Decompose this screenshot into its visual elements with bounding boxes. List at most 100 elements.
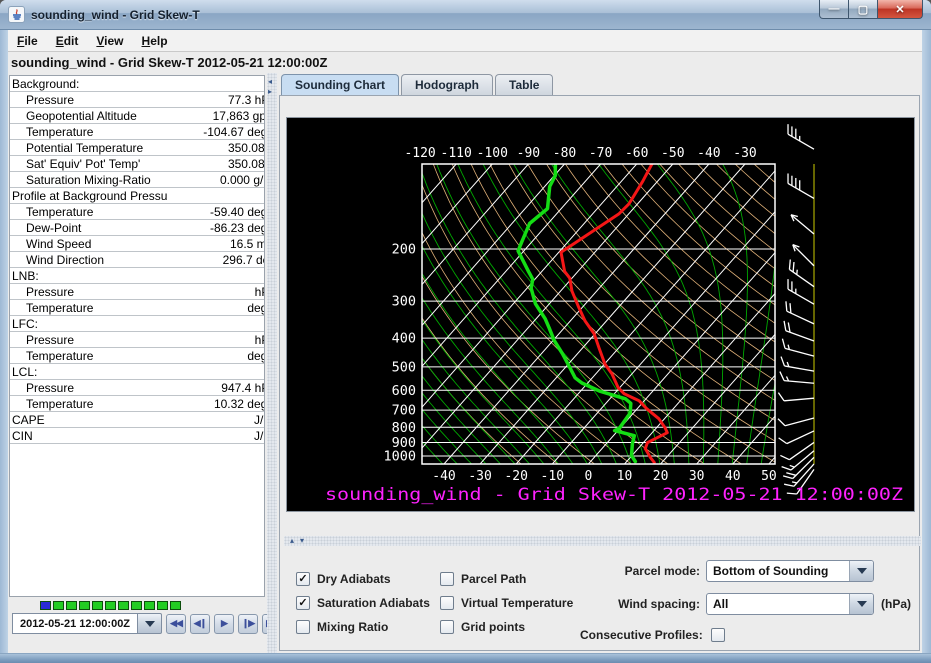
- parcel-mode-label: Parcel mode:: [590, 564, 700, 578]
- time-step-square[interactable]: [157, 601, 168, 610]
- row-label: Temperature: [10, 205, 168, 219]
- row-value: hPa: [168, 285, 265, 299]
- row-value: -86.23 degC: [168, 221, 265, 235]
- play-button[interactable]: ▶: [214, 614, 234, 634]
- row-label: CAPE: [10, 413, 168, 427]
- maximize-button[interactable]: ▢: [849, 0, 878, 19]
- checkbox-label: Parcel Path: [461, 572, 526, 586]
- table-row[interactable]: Temperature10.32 degC: [10, 396, 265, 412]
- menu-help[interactable]: Help: [133, 32, 177, 50]
- time-step-square[interactable]: [131, 601, 142, 610]
- wind-spacing-combobox[interactable]: All: [706, 593, 874, 615]
- collapse-right-icon[interactable]: ▸: [268, 88, 272, 96]
- time-step-square[interactable]: [144, 601, 155, 610]
- bottom-axis-tick: 50: [761, 469, 777, 484]
- window-border-right: [922, 0, 931, 663]
- tab-table[interactable]: Table: [495, 74, 553, 95]
- table-row[interactable]: LCL:: [10, 364, 265, 380]
- collapse-left-icon[interactable]: ◂: [268, 78, 272, 86]
- checkbox[interactable]: [440, 620, 454, 634]
- top-axis-tick: -90: [517, 146, 540, 161]
- table-row[interactable]: Sat' Equiv' Pot' Temp'350.08 K: [10, 156, 265, 172]
- step-forward-button[interactable]: ❙▶: [238, 614, 258, 634]
- table-row[interactable]: LFC:: [10, 316, 265, 332]
- tab-sounding-chart[interactable]: Sounding Chart: [281, 74, 399, 95]
- top-axis-tick: -120: [404, 146, 435, 161]
- time-step-indicator[interactable]: [40, 601, 183, 610]
- time-step-square[interactable]: [118, 601, 129, 610]
- checkbox-label: Virtual Temperature: [461, 596, 573, 610]
- bottom-axis-tick: 40: [725, 469, 741, 484]
- time-step-square[interactable]: [92, 601, 103, 610]
- table-row[interactable]: Wind Direction296.7 deg: [10, 252, 265, 268]
- row-value: J/kg: [168, 413, 265, 427]
- wind-spacing-arrow[interactable]: [849, 594, 873, 614]
- menu-bar: FileEditViewHelp: [8, 30, 922, 52]
- table-row[interactable]: CAPEJ/kg: [10, 412, 265, 428]
- menu-edit[interactable]: Edit: [47, 32, 88, 50]
- window-title: sounding_wind - Grid Skew-T: [31, 8, 200, 22]
- checkbox[interactable]: [296, 620, 310, 634]
- pressure-axis-tick: 800: [392, 420, 416, 436]
- row-label: Potential Temperature: [10, 141, 168, 155]
- parcel-mode-arrow[interactable]: [849, 561, 873, 581]
- time-select-combobox[interactable]: 2012-05-21 12:00:00Z: [12, 613, 162, 634]
- sounding-info-panel: Background:Pressure77.3 hPaGeopotential …: [8, 73, 267, 653]
- table-row[interactable]: TemperaturedegC: [10, 300, 265, 316]
- checkbox-label: Mixing Ratio: [317, 620, 388, 634]
- table-row[interactable]: LNB:: [10, 268, 265, 284]
- table-row[interactable]: Temperature-59.40 degC: [10, 204, 265, 220]
- table-row[interactable]: Potential Temperature350.08 K: [10, 140, 265, 156]
- table-row[interactable]: Saturation Mixing-Ratio0.000 g/kg: [10, 172, 265, 188]
- time-step-square[interactable]: [40, 601, 51, 610]
- checkbox[interactable]: ✓: [296, 572, 310, 586]
- table-row[interactable]: Wind Speed16.5 m/s: [10, 236, 265, 252]
- row-value: J/kg: [168, 429, 265, 443]
- sounding-info-table[interactable]: Background:Pressure77.3 hPaGeopotential …: [9, 75, 265, 597]
- tab-hodograph[interactable]: Hodograph: [401, 74, 493, 95]
- table-row[interactable]: Temperature-104.67 degC: [10, 124, 265, 140]
- time-step-square[interactable]: [66, 601, 77, 610]
- time-select-arrow[interactable]: [138, 613, 162, 634]
- checkbox[interactable]: [440, 596, 454, 610]
- split-pane-divider-vertical[interactable]: ◂ ▸: [267, 73, 277, 653]
- row-label: Temperature: [10, 301, 168, 315]
- table-row[interactable]: PressurehPa: [10, 332, 265, 348]
- time-step-square[interactable]: [53, 601, 64, 610]
- skewt-chart[interactable]: -120-110-100-90-80-70-60-50-40-30-40-30-…: [286, 117, 915, 512]
- checkbox[interactable]: [440, 572, 454, 586]
- step-back-button[interactable]: ◀❙: [190, 614, 210, 634]
- checkbox[interactable]: ✓: [296, 596, 310, 610]
- table-row[interactable]: Profile at Background Pressure:: [10, 188, 265, 204]
- table-row[interactable]: Background:: [10, 76, 265, 92]
- row-value: degC: [168, 349, 265, 363]
- java-icon: [8, 6, 25, 23]
- bottom-axis-tick: 0: [584, 469, 592, 484]
- table-row[interactable]: TemperaturedegC: [10, 348, 265, 364]
- time-step-square[interactable]: [170, 601, 181, 610]
- table-row[interactable]: Pressure947.4 hPa: [10, 380, 265, 396]
- row-value: -104.67 degC: [168, 125, 265, 139]
- table-row[interactable]: PressurehPa: [10, 284, 265, 300]
- pressure-axis-tick: 200: [392, 242, 416, 258]
- close-button[interactable]: ✕: [878, 0, 923, 19]
- row-label: Pressure: [10, 333, 168, 347]
- pressure-axis-tick: 600: [392, 383, 416, 399]
- table-row[interactable]: Geopotential Altitude17,863 gpm: [10, 108, 265, 124]
- table-row[interactable]: Pressure77.3 hPa: [10, 92, 265, 108]
- pressure-axis-tick: 500: [392, 359, 416, 375]
- title-bar[interactable]: sounding_wind - Grid Skew-T — ▢ ✕: [0, 0, 931, 30]
- table-row[interactable]: CINJ/kg: [10, 428, 265, 444]
- menu-file[interactable]: File: [8, 32, 47, 50]
- parcel-mode-combobox[interactable]: Bottom of Sounding: [706, 560, 874, 582]
- time-step-square[interactable]: [79, 601, 90, 610]
- minimize-button[interactable]: —: [819, 0, 849, 19]
- consecutive-profiles-checkbox[interactable]: [711, 628, 725, 642]
- row-value: hPa: [168, 333, 265, 347]
- go-to-start-button[interactable]: ◀◀: [166, 614, 186, 634]
- row-label: Saturation Mixing-Ratio: [10, 173, 168, 187]
- time-step-square[interactable]: [105, 601, 116, 610]
- menu-view[interactable]: View: [87, 32, 132, 50]
- time-animation-panel: 2012-05-21 12:00:00Z ◀◀◀❙▶❙▶▶▶ ◀ ▶: [8, 597, 267, 653]
- table-row[interactable]: Dew-Point-86.23 degC: [10, 220, 265, 236]
